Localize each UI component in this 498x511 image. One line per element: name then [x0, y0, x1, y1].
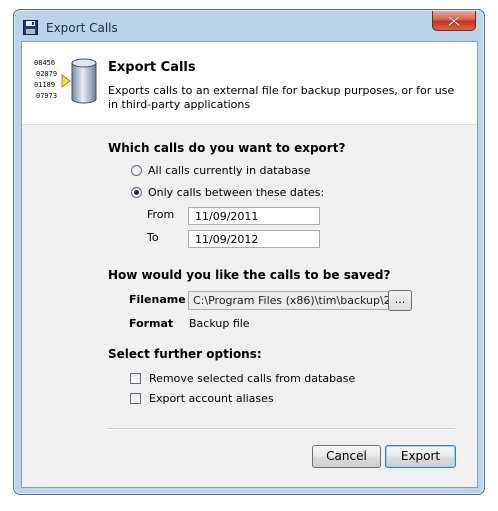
close-button[interactable]	[432, 11, 476, 31]
icon-number-2: 02079	[36, 70, 57, 78]
checkbox-aliases-box[interactable]	[130, 393, 141, 404]
checkbox-aliases-label: Export account aliases	[149, 392, 274, 405]
close-icon	[448, 15, 460, 26]
save-heading: How would you like the calls to be saved…	[108, 268, 391, 282]
checkbox-remove-box[interactable]	[130, 373, 141, 384]
cancel-button[interactable]: Cancel	[312, 445, 381, 468]
from-date-input[interactable]: 11/09/2011	[188, 207, 320, 225]
to-date-input[interactable]: 11/09/2012	[188, 230, 320, 248]
database-export-icon: 08456 02079 01189 07973	[34, 58, 97, 104]
header-description: Exports calls to an external file for ba…	[108, 84, 455, 111]
checkbox-remove-label: Remove selected calls from database	[149, 372, 356, 385]
filename-label: Filename	[129, 293, 186, 306]
radio-all-calls[interactable]: All calls currently in database	[131, 164, 311, 177]
header-band: 08456 02079 01189 07973 Export Calls Exp…	[22, 42, 477, 125]
icon-number-4: 07973	[36, 92, 57, 100]
icon-number-3: 01189	[34, 81, 55, 89]
filename-field[interactable]: C:\Program Files (x86)\tim\backup\21092	[188, 291, 400, 310]
header-title: Export Calls	[108, 60, 196, 75]
dialog-window: Export Calls 08456 02079 01189 07973 Exp…	[13, 9, 485, 495]
button-divider	[108, 428, 455, 430]
radio-all-label: All calls currently in database	[148, 164, 311, 177]
radio-button-all[interactable]	[131, 165, 142, 176]
checkbox-remove-calls[interactable]: Remove selected calls from database	[130, 372, 355, 385]
title-bar[interactable]: Export Calls	[14, 10, 484, 44]
from-label: From	[147, 208, 175, 221]
format-label: Format	[129, 317, 174, 330]
window-title: Export Calls	[46, 21, 118, 35]
checkbox-export-aliases[interactable]: Export account aliases	[130, 392, 274, 405]
save-disk-icon	[23, 20, 38, 35]
format-value: Backup file	[189, 317, 250, 330]
icon-number-1: 08456	[34, 59, 55, 67]
further-options-heading: Select further options:	[108, 347, 262, 361]
radio-between-label: Only calls between these dates:	[148, 186, 325, 199]
radio-button-between[interactable]	[131, 187, 142, 198]
dialog-client-area: 08456 02079 01189 07973 Export Calls Exp…	[21, 41, 478, 488]
export-button[interactable]: Export	[385, 445, 456, 468]
which-calls-heading: Which calls do you want to export?	[108, 141, 346, 155]
browse-button[interactable]: ...	[388, 290, 412, 311]
radio-between-dates[interactable]: Only calls between these dates:	[131, 186, 324, 199]
to-label: To	[147, 231, 159, 244]
